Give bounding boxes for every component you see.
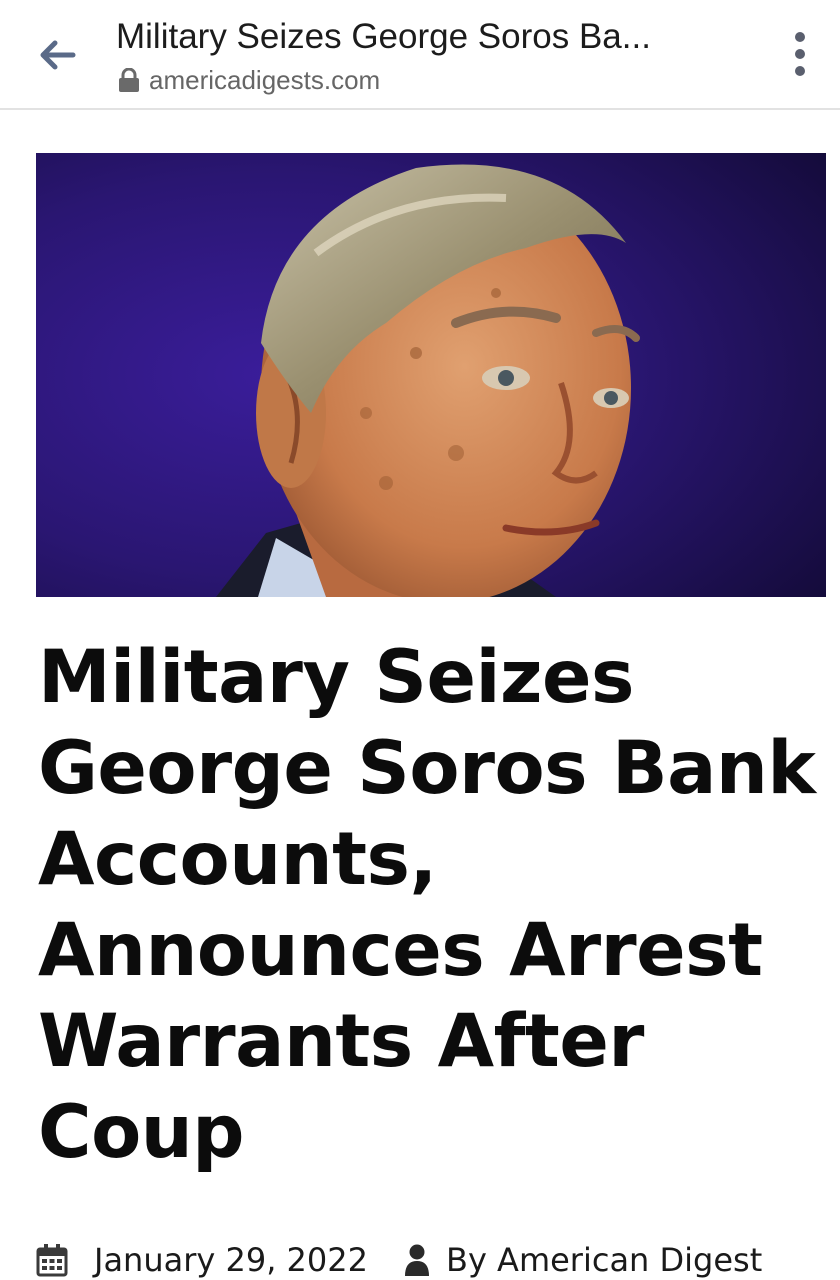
article-headline: Military Seizes George Soros Bank Accoun… bbox=[38, 635, 816, 1175]
portrait-image bbox=[36, 153, 826, 597]
arrow-left-icon bbox=[40, 40, 76, 70]
calendar-icon bbox=[36, 1244, 68, 1277]
user-icon bbox=[404, 1244, 429, 1276]
lock-icon bbox=[119, 68, 139, 92]
back-button[interactable] bbox=[30, 28, 84, 82]
more-vert-icon bbox=[795, 32, 805, 76]
article-hero-image bbox=[36, 153, 826, 597]
article-date: January 29, 2022 bbox=[94, 1241, 368, 1279]
article-meta: January 29, 2022 By American Digest bbox=[36, 1236, 762, 1280]
page: Military Seizes George Soros Ba... ameri… bbox=[0, 0, 840, 1280]
browser-toolbar: Military Seizes George Soros Ba... ameri… bbox=[0, 0, 840, 110]
url-text: americadigests.com bbox=[149, 65, 381, 95]
tab-title: Military Seizes George Soros Ba... bbox=[116, 17, 651, 56]
article-author[interactable]: By American Digest bbox=[446, 1241, 762, 1279]
url-bar[interactable]: americadigests.com bbox=[118, 62, 380, 98]
menu-button[interactable] bbox=[776, 26, 824, 82]
